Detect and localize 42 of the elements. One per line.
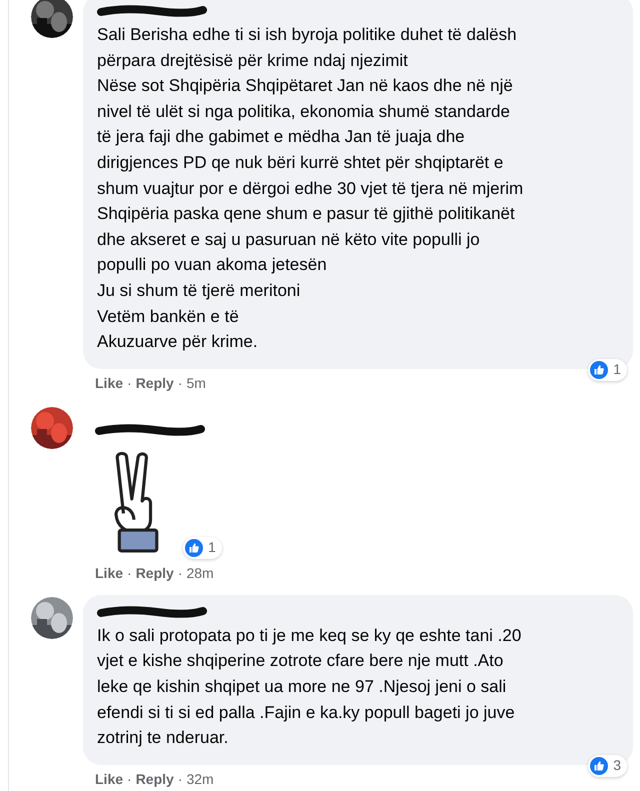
separator-dot: · <box>178 564 182 584</box>
reply-link[interactable]: Reply <box>136 373 174 394</box>
comment-text: Vetëm bankën e të <box>97 306 240 328</box>
like-link[interactable]: Like <box>95 373 124 394</box>
comment-text: Sali Berisha edhe ti si ish byroja politike duhet të dalësh <box>97 24 518 46</box>
reply-link[interactable]: Reply <box>136 563 174 584</box>
comment-text: efendi si ti si ed palla .Fajin e ka.ky popull bageti jo juve <box>97 702 516 724</box>
comment-text: përpara drejtësisë për krime ndaj njezimit <box>97 50 409 72</box>
thumbs-up-icon <box>590 360 608 379</box>
like-link[interactable]: Like <box>95 563 124 584</box>
comment-text: të jera faji dhe gabimet e mëdha Jan të juaja dhe <box>97 126 466 148</box>
comment-text: vjet e kishe shqiperine zotrote cfare bere nje mutt .Ato <box>97 650 504 672</box>
timestamp: 28m <box>186 564 214 584</box>
separator-dot: · <box>178 770 182 790</box>
separator-dot: · <box>178 374 182 394</box>
separator-dot: · <box>127 770 132 790</box>
comment-text: Ju si shum të tjerë meritoni <box>97 280 302 302</box>
comment-text: dirigjences PD qe nuk bëri kurrë shtet për shqiptarët e <box>97 152 504 174</box>
comment-text: Nëse sot Shqipëria Shqipëtaret Jan në kaos dhe në një <box>97 75 514 98</box>
like-link[interactable]: Like <box>95 769 124 790</box>
comment-text: nivel të ulët si nga politika, ekonomia shumë standarde <box>97 100 511 123</box>
timestamp: 32m <box>186 770 214 790</box>
reaction-count[interactable]: 1 <box>183 536 222 559</box>
comment-text: populli po vuan akoma jetesën <box>97 254 328 276</box>
comment-text: Shqipëria paska qene shum e pasur të gjithë politikanët <box>97 203 516 226</box>
thumbs-up-icon <box>185 538 203 557</box>
comment-text: zotrinj te nderuar. <box>97 727 230 750</box>
thumbs-up-icon <box>590 756 608 775</box>
comment-text: dhe akseret e saj u pasuruan në këto vite populli jo <box>97 228 481 251</box>
reaction-number: 3 <box>613 756 621 775</box>
reaction-count[interactable]: 3 <box>588 754 627 777</box>
comment-text: shum vuajtur por e dërgoi edhe 30 vjet të tjera në mjerim <box>97 178 524 200</box>
separator-dot: · <box>127 374 132 394</box>
separator-dot: · <box>127 564 132 584</box>
comment-text: leke qe kishin shqipet ua more ne 97 .Njesoj jeni o sali <box>97 676 508 698</box>
reply-link[interactable]: Reply <box>136 769 174 790</box>
reaction-count[interactable]: 1 <box>588 358 627 381</box>
timestamp: 5m <box>186 374 206 394</box>
reaction-number: 1 <box>208 538 216 558</box>
comment-text: Akuzuarve për krime. <box>97 331 259 354</box>
comment-text: Ik o sali protopata po ti je me keq se ky qe eshte tani .20 <box>97 624 522 647</box>
reaction-number: 1 <box>613 360 621 379</box>
